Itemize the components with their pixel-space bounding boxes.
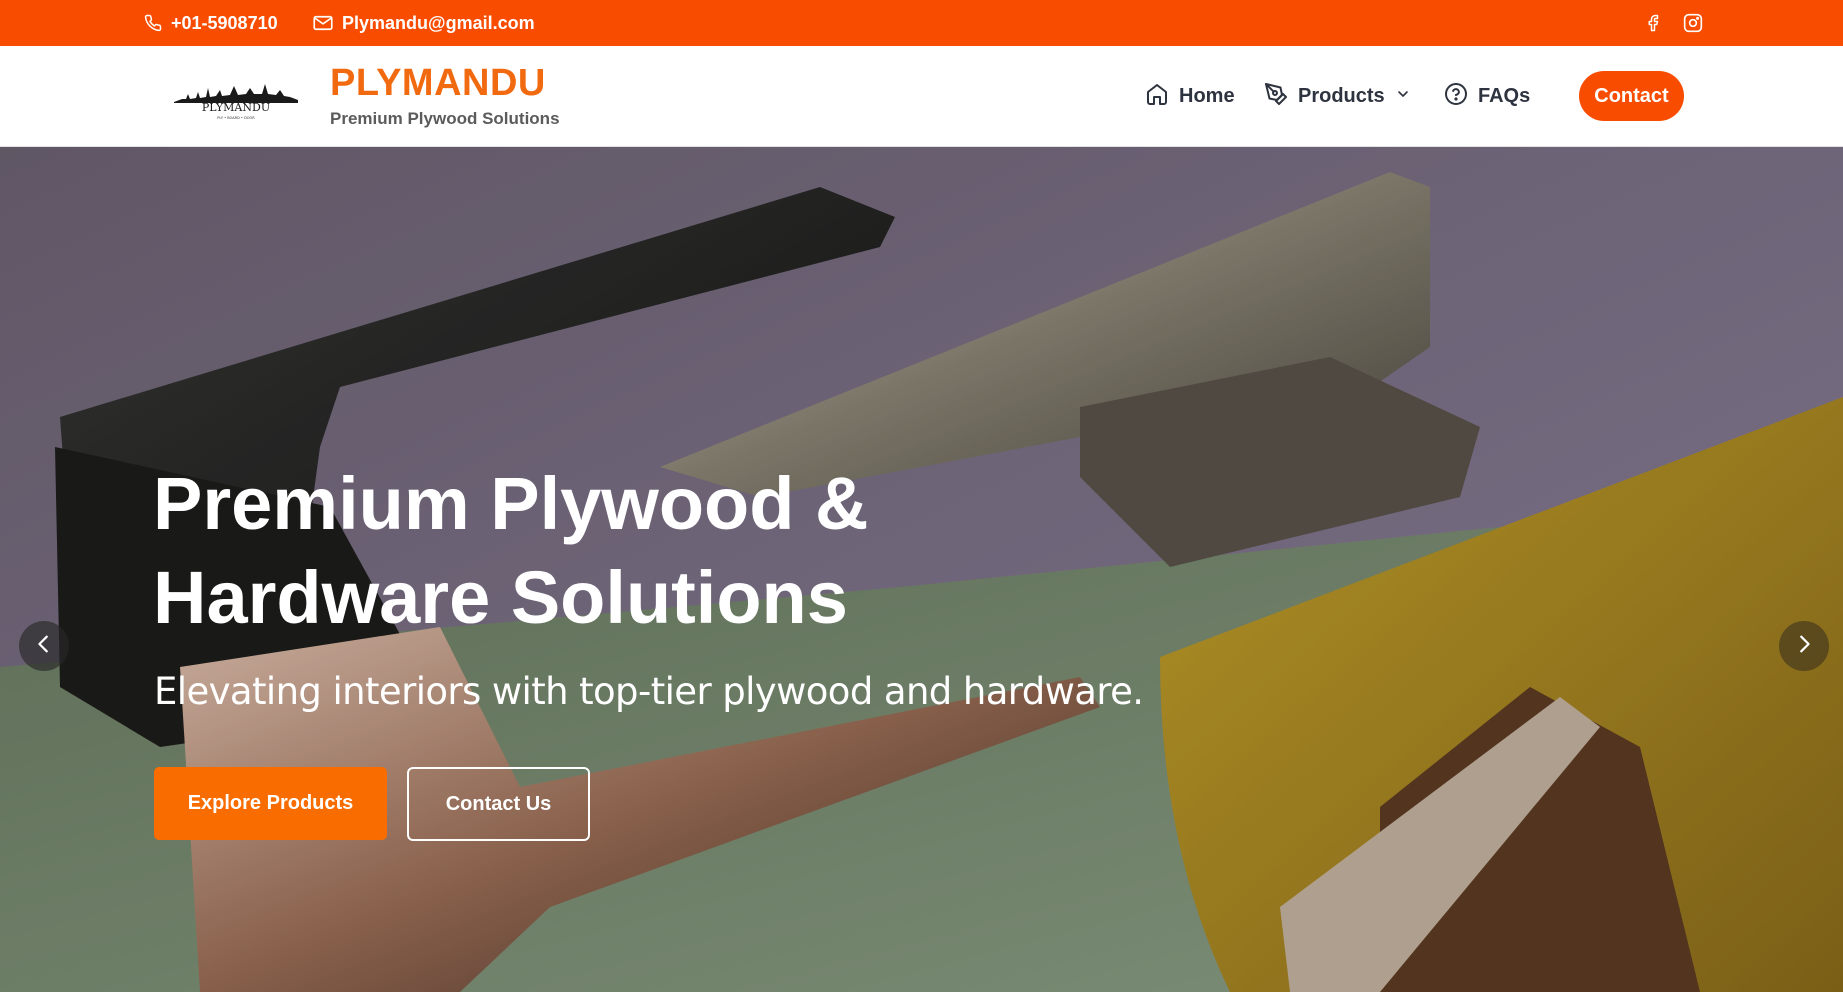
brand-tagline: Premium Plywood Solutions [330, 109, 560, 128]
nav-products-label: Products [1298, 85, 1385, 107]
explore-products-button[interactable]: Explore Products [154, 767, 387, 840]
nav-faqs-label: FAQs [1478, 85, 1531, 107]
hero-subtitle: Elevating interiors with top-tier plywoo… [154, 670, 1144, 713]
chevron-down-icon [1395, 85, 1411, 108]
site-header: PLYMANDU PLY • BOARD • DOOR PLYMANDU Pre… [0, 46, 1843, 147]
instagram-link[interactable] [1683, 0, 1703, 46]
contact-us-button[interactable]: Contact Us [407, 767, 590, 841]
email-address: Plymandu@gmail.com [342, 12, 535, 33]
brand-name[interactable]: PLYMANDU [330, 62, 546, 105]
pen-tool-icon [1264, 82, 1288, 112]
facebook-icon [1644, 13, 1662, 33]
home-icon [1145, 82, 1169, 112]
hero-carousel: Premium Plywood & Hardware Solutions Ele… [0, 147, 1843, 992]
nav-home-label: Home [1179, 85, 1235, 107]
svg-text:PLYMANDU: PLYMANDU [202, 101, 270, 114]
instagram-icon [1683, 13, 1703, 33]
email-link[interactable]: Plymandu@gmail.com [313, 0, 535, 46]
contact-button[interactable]: Contact [1579, 71, 1684, 121]
nav-faqs[interactable]: FAQs [1444, 46, 1530, 147]
hero-title: Premium Plywood & Hardware Solutions [153, 457, 1053, 645]
chevron-left-icon [33, 633, 55, 660]
svg-text:PLY • BOARD • DOOR: PLY • BOARD • DOOR [217, 116, 255, 120]
chevron-right-icon [1793, 633, 1815, 660]
top-contact-bar: +01-5908710 Plymandu@gmail.com [0, 0, 1843, 46]
nav-products-dropdown[interactable]: Products [1264, 46, 1411, 147]
facebook-link[interactable] [1644, 0, 1662, 46]
carousel-next-button[interactable] [1779, 621, 1829, 671]
phone-icon [144, 14, 162, 32]
help-circle-icon [1444, 82, 1468, 112]
hero-title-line-1: Premium Plywood & [153, 462, 869, 545]
hero-title-line-2: Hardware Solutions [153, 556, 848, 639]
phone-number: +01-5908710 [171, 12, 278, 33]
brand-logo[interactable]: PLYMANDU PLY • BOARD • DOOR [172, 66, 300, 122]
carousel-prev-button[interactable] [19, 621, 69, 671]
mail-icon [313, 15, 333, 31]
phone-link[interactable]: +01-5908710 [144, 0, 278, 46]
nav-home[interactable]: Home [1145, 46, 1235, 147]
